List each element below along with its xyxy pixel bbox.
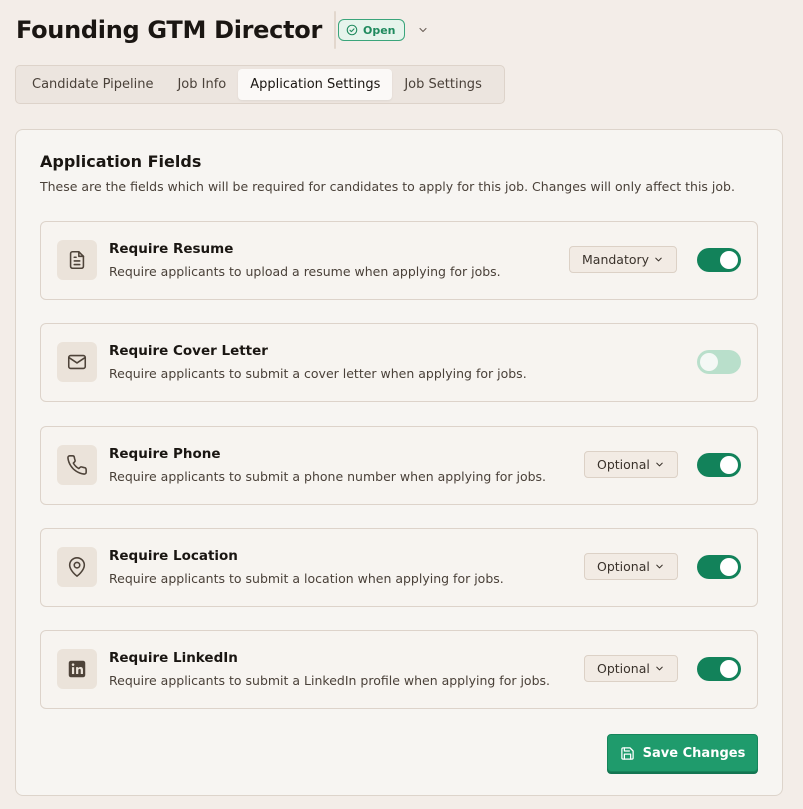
requirement-select[interactable]: Optional xyxy=(584,553,678,580)
toggle-knob xyxy=(700,353,718,371)
mail-icon xyxy=(67,354,87,370)
chevron-down-icon xyxy=(656,462,663,467)
toggle-knob xyxy=(720,660,738,678)
status-dropdown-button[interactable] xyxy=(415,22,431,38)
field-title: Require Phone xyxy=(109,446,221,462)
save-changes-button[interactable]: Save Changes xyxy=(607,734,758,772)
field-toggle[interactable] xyxy=(697,453,741,477)
field-description: Require applicants to submit a LinkedIn … xyxy=(109,673,550,688)
map-pin-icon xyxy=(68,557,86,577)
tab-bar: Candidate Pipeline Job Info Application … xyxy=(15,65,505,104)
field-row-resume: Require Resume Require applicants to upl… xyxy=(40,221,758,300)
field-row-phone: Require Phone Require applicants to subm… xyxy=(40,426,758,505)
field-icon-box xyxy=(57,649,97,689)
field-title: Require Resume xyxy=(109,241,234,257)
field-title: Require Location xyxy=(109,548,238,564)
field-toggle[interactable] xyxy=(697,657,741,681)
requirement-select[interactable]: Optional xyxy=(584,655,678,682)
field-toggle[interactable] xyxy=(697,350,741,374)
chevron-down-icon xyxy=(655,257,662,262)
linkedin-icon xyxy=(68,660,86,678)
field-toggle[interactable] xyxy=(697,555,741,579)
toggle-knob xyxy=(720,251,738,269)
status-label: Open xyxy=(362,23,396,37)
requirement-value: Mandatory xyxy=(582,252,650,267)
header-divider xyxy=(333,11,336,49)
field-title: Require LinkedIn xyxy=(109,650,238,666)
requirement-select[interactable]: Mandatory xyxy=(569,246,678,273)
page-header: Founding GTM Director Open xyxy=(16,10,431,50)
field-icon-box xyxy=(57,547,97,587)
status-badge: Open xyxy=(337,19,405,41)
tab-application-settings[interactable]: Application Settings xyxy=(238,69,393,100)
requirement-select[interactable]: Optional xyxy=(584,451,678,478)
phone-icon xyxy=(67,455,87,475)
chevron-down-icon xyxy=(418,27,427,33)
field-icon-box xyxy=(57,342,97,382)
application-fields-card: Application Fields These are the fields … xyxy=(15,129,783,796)
tab-job-info[interactable]: Job Info xyxy=(165,69,238,100)
save-icon xyxy=(620,746,634,760)
tab-candidate-pipeline[interactable]: Candidate Pipeline xyxy=(20,69,165,100)
chevron-down-icon xyxy=(656,564,663,569)
field-row-location: Require Location Require applicants to s… xyxy=(40,528,758,607)
tab-job-settings[interactable]: Job Settings xyxy=(392,69,494,100)
section-description: These are the fields which will be requi… xyxy=(40,179,735,194)
page-title: Founding GTM Director xyxy=(16,16,322,44)
chevron-down-icon xyxy=(656,666,663,671)
field-icon-box xyxy=(57,240,97,280)
section-title: Application Fields xyxy=(40,152,202,171)
check-circle-icon xyxy=(346,24,358,36)
save-button-label: Save Changes xyxy=(642,745,746,761)
field-row-cover-letter: Require Cover Letter Require applicants … xyxy=(40,323,758,402)
field-toggle[interactable] xyxy=(697,248,741,272)
field-description: Require applicants to upload a resume wh… xyxy=(109,264,501,279)
document-icon xyxy=(69,250,85,270)
requirement-value: Optional xyxy=(597,559,650,574)
requirement-value: Optional xyxy=(597,661,650,676)
field-description: Require applicants to submit a location … xyxy=(109,571,504,586)
field-description: Require applicants to submit a phone num… xyxy=(109,469,547,484)
field-row-linkedin: Require LinkedIn Require applicants to s… xyxy=(40,630,758,709)
field-description: Require applicants to submit a cover let… xyxy=(109,366,527,381)
toggle-knob xyxy=(720,456,738,474)
toggle-knob xyxy=(720,558,738,576)
field-title: Require Cover Letter xyxy=(109,343,268,359)
requirement-value: Optional xyxy=(597,457,650,472)
field-icon-box xyxy=(57,445,97,485)
